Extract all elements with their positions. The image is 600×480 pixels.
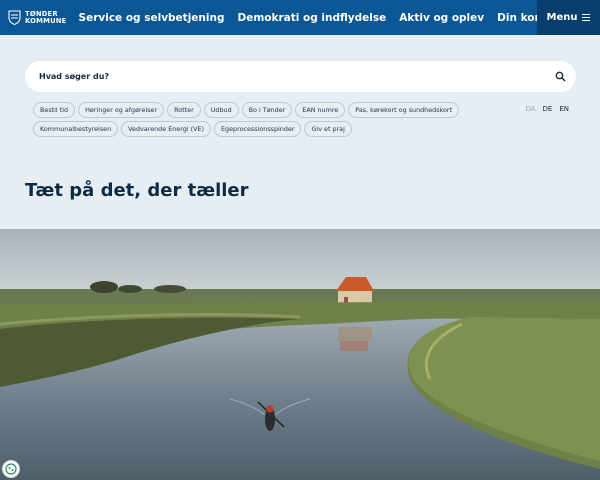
- chip-ean-numre[interactable]: EAN numre: [295, 102, 346, 118]
- site-header: TØNDER KOMMUNE Service og selvbetjening …: [0, 0, 600, 35]
- chip-vedvarende-energi[interactable]: Vedvarende Energi (VE): [121, 121, 211, 137]
- search-icon[interactable]: [555, 71, 566, 82]
- chip-horinger[interactable]: Høringer og afgørelser: [78, 102, 165, 118]
- menu-icon: [582, 12, 591, 22]
- hero-image: [0, 229, 600, 480]
- nav-aktiv[interactable]: Aktiv og oplev: [399, 12, 484, 24]
- cookie-icon: [5, 463, 17, 475]
- cookie-settings-button[interactable]: [2, 460, 20, 478]
- search-input[interactable]: [39, 72, 529, 81]
- menu-label: Menu: [546, 12, 578, 23]
- language-switcher: DA DE EN: [518, 105, 569, 113]
- quick-links: Bestil tid Høringer og afgørelser Rotter…: [33, 102, 483, 140]
- nav-service[interactable]: Service og selvbetjening: [79, 12, 225, 24]
- lang-da[interactable]: DA: [525, 105, 535, 113]
- chip-bo-i-tonder[interactable]: Bo i Tønder: [241, 102, 293, 118]
- chip-giv-et-praj[interactable]: Giv et praj: [304, 121, 352, 137]
- menu-button[interactable]: Menu: [537, 0, 600, 35]
- main-nav: Service og selvbetjening Demokrati og in…: [79, 11, 600, 25]
- nav-demokrati[interactable]: Demokrati og indflydelse: [237, 12, 386, 24]
- lang-de[interactable]: DE: [543, 105, 553, 113]
- search-bar: [25, 61, 576, 92]
- chip-bestil-tid[interactable]: Bestil tid: [33, 102, 76, 118]
- crest-icon: [8, 10, 21, 25]
- chip-pas-korekort[interactable]: Pas, kørekort og sundhedskort: [348, 102, 460, 118]
- page-headline: Tæt på det, der tæller: [25, 180, 249, 201]
- chip-egeprocessionsspinder[interactable]: Egeprocessionsspinder: [214, 121, 302, 137]
- chip-udbud[interactable]: Udbud: [203, 102, 239, 118]
- lang-en[interactable]: EN: [559, 105, 569, 113]
- logo-line-2: KOMMUNE: [25, 16, 67, 25]
- site-logo[interactable]: TØNDER KOMMUNE: [8, 10, 67, 25]
- chip-kommunalbestyrelsen[interactable]: Kommunalbestyrelsen: [33, 121, 119, 137]
- chip-rotter[interactable]: Rotter: [167, 102, 201, 118]
